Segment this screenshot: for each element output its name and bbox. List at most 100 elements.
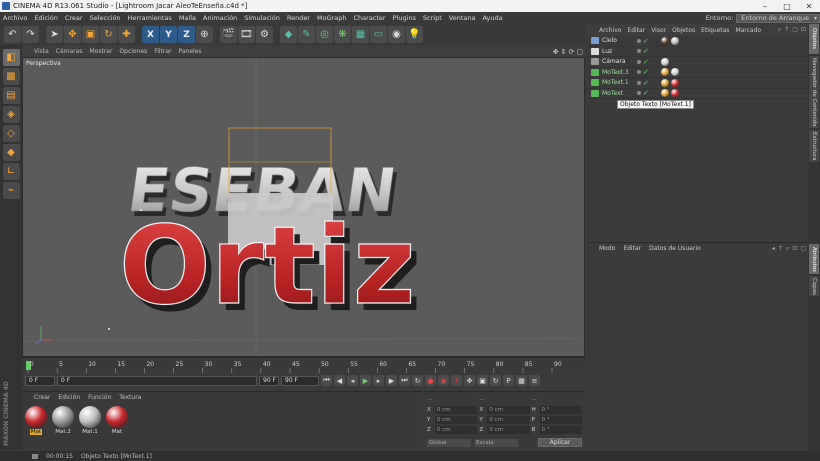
- menu-character[interactable]: Character: [354, 14, 386, 22]
- material-tag-icon[interactable]: [661, 78, 669, 87]
- axis-z-button[interactable]: Z: [178, 26, 195, 43]
- points-mode-icon[interactable]: ◈: [2, 106, 20, 123]
- material-swatch[interactable]: Mat.1: [78, 406, 102, 435]
- coord-scale-dropdown[interactable]: Escala: [474, 438, 518, 447]
- timeline-menu-icon[interactable]: ≡: [529, 375, 540, 386]
- move-icon[interactable]: ✥: [64, 26, 81, 43]
- obj-up-icon[interactable]: ↑: [784, 26, 789, 34]
- orbit-view-icon[interactable]: ⟳: [569, 48, 575, 56]
- object-row[interactable]: Luz ✓: [587, 47, 808, 57]
- material-swatch[interactable]: Mat: [105, 406, 129, 435]
- menu-ayuda[interactable]: Ayuda: [482, 14, 502, 22]
- step-forward-icon[interactable]: ▸: [373, 375, 384, 386]
- menu-render[interactable]: Render: [287, 14, 310, 22]
- close-button[interactable]: ✕: [798, 2, 820, 11]
- pan-view-icon[interactable]: ✥: [553, 48, 559, 56]
- previous-key-icon[interactable]: ◀: [334, 375, 345, 386]
- end-frame-field[interactable]: 90 F: [259, 375, 279, 386]
- viewport-menu-vista[interactable]: Vista: [34, 48, 49, 55]
- render-view-icon[interactable]: 🎬: [220, 26, 237, 43]
- perspective-viewport[interactable]: Perspectiva ESEBAN ESEBAN Ortiz Ortiz: [22, 57, 585, 357]
- menu-archivo[interactable]: Archivo: [3, 14, 27, 22]
- enabled-check-icon[interactable]: ✓: [643, 79, 649, 87]
- menu-ventana[interactable]: Ventana: [449, 14, 476, 22]
- maximize-button[interactable]: □: [776, 2, 798, 11]
- workplane-icon[interactable]: ▤: [2, 87, 20, 104]
- obj-menu-editar[interactable]: Editar: [627, 27, 645, 34]
- rotation-key-icon[interactable]: ↻: [490, 375, 501, 386]
- menu-animacion[interactable]: Animación: [203, 14, 237, 22]
- coord-value-field[interactable]: 0 cm: [487, 426, 530, 434]
- add-icon[interactable]: ✚: [118, 26, 135, 43]
- environment-dropdown[interactable]: Entorno de Arranque: [736, 13, 820, 23]
- go-to-start-icon[interactable]: ⏮: [321, 375, 332, 386]
- timeline-ruler[interactable]: 0 5 10 15 20 25 30 35 40 45 50 55 60 65 70 75 80 85 90: [22, 357, 585, 373]
- obj-menu-marcado[interactable]: Marcado: [735, 27, 761, 34]
- viewport-menu-paneles[interactable]: Paneles: [179, 48, 202, 55]
- obj-menu-archivo[interactable]: Archivo: [599, 27, 621, 34]
- coord-value-field[interactable]: 0 cm: [435, 416, 478, 424]
- tab-capas[interactable]: Capas: [809, 276, 819, 296]
- record-icon[interactable]: ●: [425, 375, 436, 386]
- object-row[interactable]: MoText ✓: [587, 89, 808, 99]
- editor-visibility-dot[interactable]: [637, 80, 641, 85]
- enabled-check-icon[interactable]: ✓: [643, 89, 649, 97]
- material-tag-icon[interactable]: [671, 89, 679, 98]
- material-swatch[interactable]: Mat: [24, 406, 48, 435]
- editor-visibility-dot[interactable]: [637, 91, 641, 96]
- object-row[interactable]: Cielo ✓: [587, 36, 808, 47]
- obj-view-icon[interactable]: ▢: [792, 26, 798, 34]
- viewport-menu-opciones[interactable]: Opciones: [119, 48, 147, 55]
- enabled-check-icon[interactable]: ✓: [643, 58, 649, 66]
- material-tag-icon[interactable]: [661, 68, 669, 77]
- scale-icon[interactable]: ▣: [82, 26, 99, 43]
- tab-navegador-contenido[interactable]: Navegador de Contenido: [809, 56, 819, 128]
- menu-herramientas[interactable]: Herramientas: [128, 14, 172, 22]
- polygons-mode-icon[interactable]: ◆: [2, 144, 20, 161]
- axis-mode-icon[interactable]: ∟: [2, 163, 20, 180]
- menu-seleccion[interactable]: Selección: [90, 14, 121, 22]
- editor-visibility-dot[interactable]: [637, 49, 641, 54]
- position-key-icon[interactable]: ✥: [464, 375, 475, 386]
- coordinate-system-icon[interactable]: ⊕: [196, 26, 213, 43]
- cloner-icon[interactable]: ❋: [334, 26, 351, 43]
- material-tag-icon[interactable]: [661, 57, 669, 66]
- scale-key-icon[interactable]: ▣: [477, 375, 488, 386]
- loop-icon[interactable]: ↻: [412, 375, 423, 386]
- coord-value-field[interactable]: 0 cm: [487, 406, 530, 414]
- viewport-menu-mostrar[interactable]: Mostrar: [89, 48, 112, 55]
- menu-edicion[interactable]: Edición: [34, 14, 58, 22]
- step-back-icon[interactable]: ◂: [347, 375, 358, 386]
- coord-value-field[interactable]: 0 °: [539, 406, 582, 414]
- attr-menu-editar[interactable]: Editar: [623, 245, 641, 252]
- material-tag-icon[interactable]: [671, 68, 679, 77]
- menu-script[interactable]: Script: [423, 14, 442, 22]
- camera-icon[interactable]: ◉: [388, 26, 405, 43]
- mat-menu-funcion[interactable]: Función: [88, 394, 111, 401]
- object-row[interactable]: Cámara ✓: [587, 57, 808, 68]
- menu-malla[interactable]: Malla: [179, 14, 196, 22]
- menu-crear[interactable]: Crear: [65, 14, 83, 22]
- go-to-end-icon[interactable]: ⏭: [399, 375, 410, 386]
- attr-search-icon[interactable]: ⌕: [786, 245, 789, 253]
- mat-menu-textura[interactable]: Textura: [119, 394, 141, 401]
- attr-up-icon[interactable]: ↑: [778, 245, 783, 253]
- undo-icon[interactable]: ↶: [4, 26, 21, 43]
- mat-menu-edicion[interactable]: Edición: [58, 394, 80, 401]
- obj-search-icon[interactable]: ⌕: [778, 26, 781, 34]
- object-row[interactable]: MoText.3 ✓: [587, 68, 808, 78]
- model-mode-icon[interactable]: ◧: [2, 49, 20, 66]
- axis-x-button[interactable]: X: [142, 26, 159, 43]
- editor-visibility-dot[interactable]: [637, 59, 641, 64]
- menu-mograph[interactable]: MoGraph: [317, 14, 347, 22]
- material-tag-icon[interactable]: [671, 36, 679, 45]
- max-frame-field[interactable]: 90 F: [281, 375, 319, 386]
- cube-primitive-icon[interactable]: ◆: [280, 26, 297, 43]
- live-selection-icon[interactable]: ➤: [46, 26, 63, 43]
- attr-new-icon[interactable]: ▢: [800, 245, 806, 253]
- obj-menu-objetos[interactable]: Objetos: [672, 27, 695, 34]
- attr-lock-icon[interactable]: ⊡: [792, 245, 797, 253]
- coord-value-field[interactable]: 0 °: [539, 426, 582, 434]
- obj-menu-etiquetas[interactable]: Etiquetas: [701, 27, 729, 34]
- coord-value-field[interactable]: 0 cm: [487, 416, 530, 424]
